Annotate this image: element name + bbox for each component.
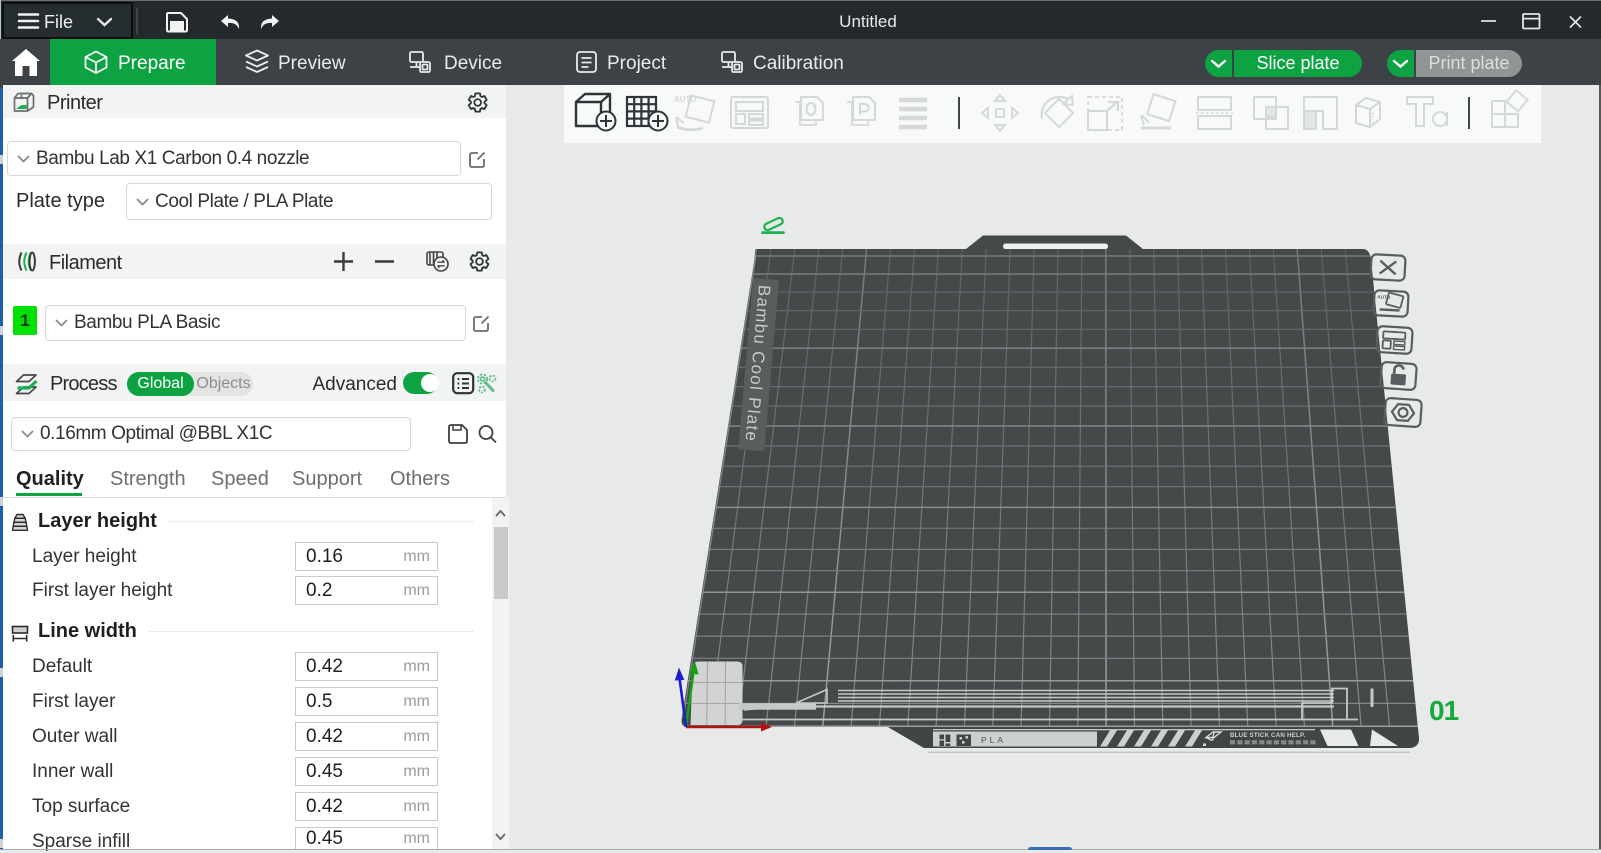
- svg-text:Filament: Filament: [49, 252, 123, 274]
- svg-text:Preview: Preview: [278, 53, 346, 74]
- svg-text:Device: Device: [444, 53, 502, 74]
- svg-text:Calibration: Calibration: [753, 53, 844, 74]
- svg-text:Project: Project: [607, 53, 667, 74]
- svg-text:Process: Process: [50, 373, 117, 395]
- svg-text:Advanced: Advanced: [312, 374, 397, 395]
- svg-text:Printer: Printer: [47, 92, 103, 114]
- svg-text:Prepare: Prepare: [118, 53, 186, 74]
- svg-text:AUTO: AUTO: [674, 95, 697, 104]
